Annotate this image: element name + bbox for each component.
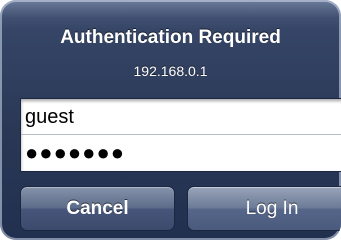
dialog-host: 192.168.0.1 [133, 63, 208, 79]
dialog-title: Authentication Required [60, 27, 281, 48]
credentials-group [20, 98, 341, 172]
authentication-dialog: Authentication Required 192.168.0.1 Canc… [0, 0, 341, 240]
password-field[interactable] [21, 135, 341, 170]
log-in-button[interactable]: Log In [187, 186, 341, 231]
username-field[interactable] [21, 100, 341, 135]
cancel-button[interactable]: Cancel [20, 186, 175, 231]
